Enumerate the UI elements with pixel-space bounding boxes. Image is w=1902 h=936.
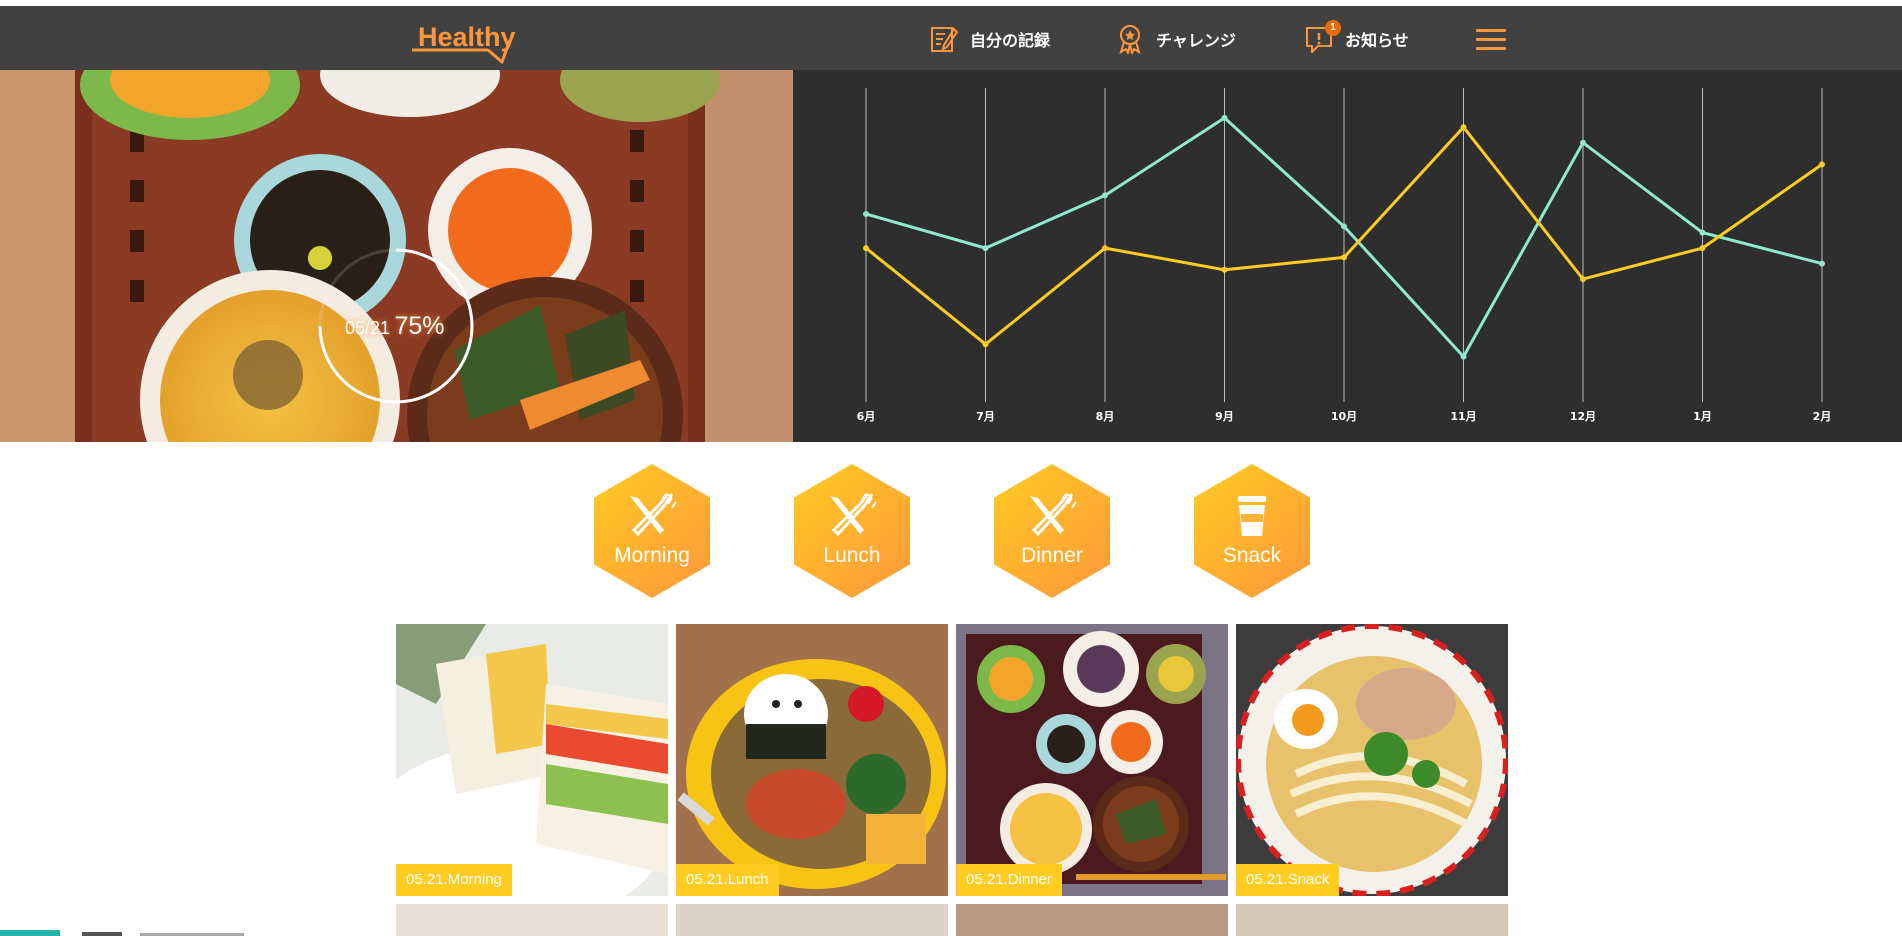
tile-caption: 05.21.Morning bbox=[396, 864, 512, 896]
body-weight-chart: 6月 7月 8月 9月 10月 11月 12月 1月 2月 bbox=[793, 70, 1902, 442]
tile-caption: 05.21.Lunch bbox=[676, 864, 779, 896]
data-point bbox=[1341, 254, 1347, 261]
data-point bbox=[1102, 192, 1108, 199]
data-point bbox=[1460, 353, 1467, 360]
knife-fork-icon bbox=[830, 493, 877, 537]
menu-bar bbox=[1476, 47, 1506, 50]
logo[interactable]: Healthy bbox=[410, 16, 526, 64]
logo-mark: Healthy bbox=[412, 22, 516, 64]
info-icon-wrap: 1 bbox=[1305, 20, 1341, 54]
nav-challenge-label: チャレンジ bbox=[1156, 33, 1236, 50]
x-tick-label: 2月 bbox=[1813, 410, 1832, 423]
data-point bbox=[1221, 266, 1228, 273]
tile-caption: 05.21.Snack bbox=[1236, 864, 1340, 896]
x-tick-label: 1月 bbox=[1693, 410, 1712, 423]
x-tick-label: 9月 bbox=[1215, 410, 1234, 423]
meal-photo-row2[interactable] bbox=[396, 904, 668, 936]
bento-image bbox=[676, 624, 948, 896]
knife-fork-icon bbox=[630, 493, 677, 537]
meal-dinner-button[interactable]: Dinner bbox=[994, 464, 1110, 598]
news-badge: 1 bbox=[1325, 20, 1341, 36]
nav-news-label: お知らせ bbox=[1345, 33, 1409, 50]
logo-text: Healthy bbox=[418, 22, 516, 52]
ramen-image bbox=[1236, 624, 1508, 896]
data-point bbox=[1580, 139, 1586, 146]
header: Healthy 自分の記録 チャレンジ 1 お知らせ bbox=[0, 6, 1902, 70]
menu-bar bbox=[1476, 29, 1506, 32]
x-tick-label: 12月 bbox=[1570, 410, 1596, 423]
meal-label: Snack bbox=[1222, 544, 1282, 567]
x-tick-label: 11月 bbox=[1450, 410, 1476, 423]
meal-label: Lunch bbox=[823, 544, 881, 567]
hamburger-menu-button[interactable] bbox=[1476, 29, 1506, 53]
data-point bbox=[1102, 245, 1108, 252]
data-point bbox=[982, 341, 989, 348]
hero-photo: 05/21 75% bbox=[0, 70, 793, 442]
x-tick-label: 6月 bbox=[857, 410, 876, 423]
data-point bbox=[1460, 124, 1467, 131]
meal-photo-snack[interactable]: 05.21.Snack bbox=[1236, 624, 1508, 896]
data-point bbox=[863, 211, 869, 217]
progress-readout: 05/21 75% bbox=[345, 312, 445, 341]
dinner-tray-image bbox=[956, 624, 1228, 896]
data-point bbox=[863, 245, 869, 252]
meal-morning-button[interactable]: Morning bbox=[594, 464, 710, 598]
meal-tray-image bbox=[0, 70, 793, 442]
data-point bbox=[1580, 276, 1586, 283]
nav-records[interactable]: 自分の記録 bbox=[930, 24, 1050, 54]
meal-label: Morning bbox=[614, 544, 690, 567]
data-point bbox=[1819, 161, 1825, 168]
footer-mark bbox=[82, 932, 122, 936]
menu-bar bbox=[1476, 38, 1506, 41]
meal-photo-morning[interactable]: 05.21.Morning bbox=[396, 624, 668, 896]
nav-records-label: 自分の記録 bbox=[970, 33, 1051, 50]
meal-photo-row2[interactable] bbox=[1236, 904, 1508, 936]
medal-icon bbox=[1119, 25, 1141, 54]
sandwich-image bbox=[396, 624, 668, 896]
x-tick-label: 7月 bbox=[976, 410, 995, 423]
meal-photo-row2[interactable] bbox=[676, 904, 948, 936]
x-tick-label: 10月 bbox=[1331, 410, 1357, 423]
progress-percent: 75% bbox=[394, 312, 445, 340]
data-point bbox=[982, 245, 989, 252]
data-point bbox=[1699, 229, 1706, 236]
tile-caption: 05.21.Dinner bbox=[956, 864, 1062, 896]
meal-photo-row2[interactable] bbox=[956, 904, 1228, 936]
nav-challenge[interactable]: チャレンジ bbox=[1116, 24, 1236, 54]
nav-news[interactable]: 1 お知らせ bbox=[1305, 20, 1409, 54]
x-tick-label: 8月 bbox=[1096, 410, 1115, 423]
data-point bbox=[1819, 260, 1825, 267]
meal-lunch-button[interactable]: Lunch bbox=[794, 464, 910, 598]
footer-accent bbox=[0, 930, 60, 936]
knife-fork-icon bbox=[1030, 493, 1077, 537]
meal-photo-lunch[interactable]: 05.21.Lunch bbox=[676, 624, 948, 896]
data-point bbox=[1221, 114, 1228, 121]
meal-snack-button[interactable]: Snack bbox=[1194, 464, 1310, 598]
line-chart: 6月 7月 8月 9月 10月 11月 12月 1月 2月 bbox=[857, 88, 1832, 423]
meal-label: Dinner bbox=[1021, 544, 1083, 567]
memo-icon bbox=[931, 27, 958, 52]
progress-date: 05/21 bbox=[345, 318, 391, 338]
data-point bbox=[1699, 245, 1706, 252]
meal-photo-dinner[interactable]: 05.21.Dinner bbox=[956, 624, 1228, 896]
data-point bbox=[1341, 223, 1347, 230]
cup-icon bbox=[1238, 496, 1266, 536]
